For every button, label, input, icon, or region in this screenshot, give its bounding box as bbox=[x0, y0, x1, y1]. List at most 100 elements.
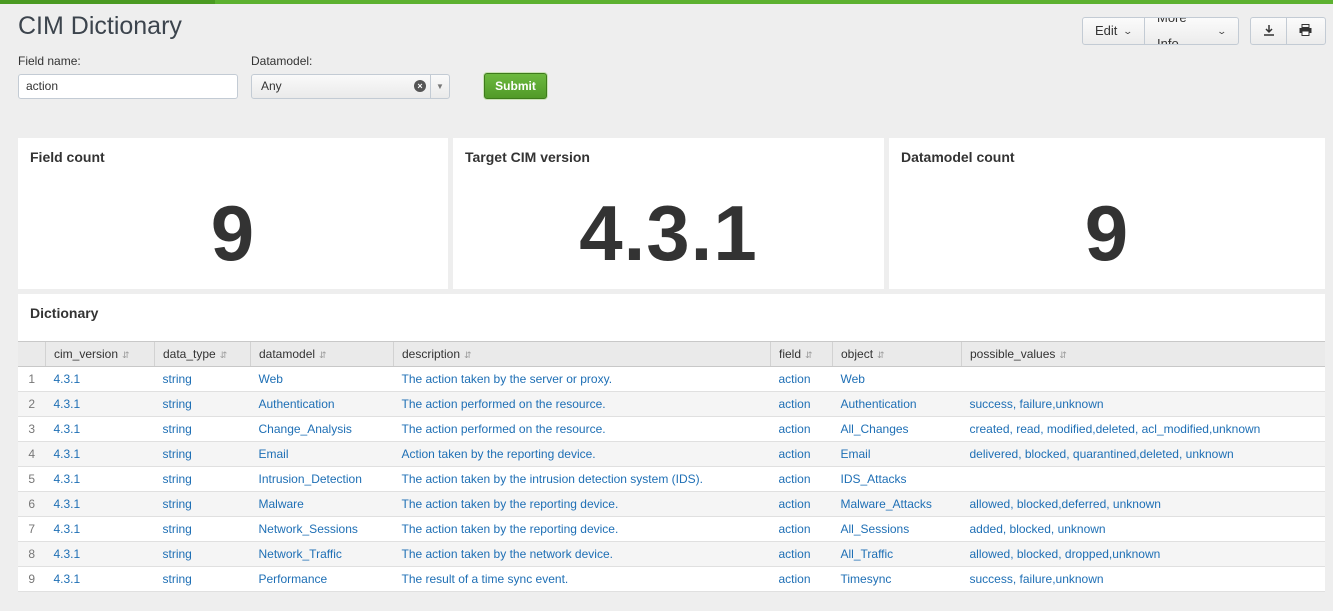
print-button[interactable] bbox=[1287, 18, 1323, 44]
field-name-label: Field name: bbox=[18, 54, 81, 68]
cim-version-cell[interactable]: 4.3.1 bbox=[45, 491, 155, 517]
cim-version-cell[interactable]: 4.3.1 bbox=[45, 566, 155, 592]
row-number-header bbox=[18, 341, 46, 367]
cim-version-cell[interactable]: 4.3.1 bbox=[45, 466, 155, 492]
data-type-cell[interactable]: string bbox=[154, 516, 251, 542]
dictionary-panel: Dictionary cim_version ⇵ data_type ⇵ datam… bbox=[18, 294, 1325, 592]
field-cell[interactable]: action bbox=[770, 491, 833, 517]
data-type-cell[interactable]: string bbox=[154, 391, 251, 417]
object-cell[interactable]: Email bbox=[832, 441, 962, 467]
chevron-down-icon: ⌄ bbox=[1122, 26, 1134, 36]
possible-values-cell[interactable]: added, blocked, unknown bbox=[961, 516, 1325, 542]
column-header-description[interactable]: description ⇵ bbox=[393, 341, 771, 367]
dropdown-arrow-icon[interactable]: ▼ bbox=[430, 75, 449, 98]
data-type-cell[interactable]: string bbox=[154, 441, 251, 467]
object-cell[interactable]: IDS_Attacks bbox=[832, 466, 962, 492]
description-cell[interactable]: The action taken by the intrusion detect… bbox=[393, 466, 771, 492]
datamodel-cell[interactable]: Malware bbox=[250, 491, 394, 517]
edit-moreinfo-group: Edit ⌄ More Info ⌄ bbox=[1082, 17, 1239, 45]
field-cell[interactable]: action bbox=[770, 516, 833, 542]
object-cell[interactable]: Authentication bbox=[832, 391, 962, 417]
cim-version-cell[interactable]: 4.3.1 bbox=[45, 391, 155, 417]
panel-title: Target CIM version bbox=[465, 149, 590, 165]
possible-values-cell[interactable]: success, failure,unknown bbox=[961, 391, 1325, 417]
datamodel-cell[interactable]: Email bbox=[250, 441, 394, 467]
possible-values-cell[interactable]: created, read, modified,deleted, acl_mod… bbox=[961, 416, 1325, 442]
sort-icon: ⇵ bbox=[319, 350, 327, 360]
possible-values-cell[interactable]: delivered, blocked, quarantined,deleted,… bbox=[961, 441, 1325, 467]
field-name-input[interactable]: action bbox=[18, 74, 238, 99]
more-info-button[interactable]: More Info ⌄ bbox=[1145, 18, 1238, 44]
table-row: 1 4.3.1 string Web The action taken by the s… bbox=[18, 366, 1325, 392]
export-group bbox=[1250, 17, 1326, 45]
chevron-down-icon: ⌄ bbox=[1216, 26, 1228, 36]
datamodel-cell[interactable]: Network_Sessions bbox=[250, 516, 394, 542]
column-header-field[interactable]: field ⇵ bbox=[770, 341, 833, 367]
datamodel-label: Datamodel: bbox=[251, 54, 313, 68]
data-type-cell[interactable]: string bbox=[154, 366, 251, 392]
datamodel-cell[interactable]: Network_Traffic bbox=[250, 541, 394, 567]
object-cell[interactable]: All_Sessions bbox=[832, 516, 962, 542]
table-row: 4 4.3.1 string Email Action taken by the rep… bbox=[18, 441, 1325, 467]
datamodel-cell[interactable]: Performance bbox=[250, 566, 394, 592]
field-cell[interactable]: action bbox=[770, 466, 833, 492]
datamodel-select[interactable]: Any × ▼ bbox=[251, 74, 450, 99]
row-number: 9 bbox=[18, 566, 46, 592]
column-header-object[interactable]: object ⇵ bbox=[832, 341, 962, 367]
field-cell[interactable]: action bbox=[770, 441, 833, 467]
object-cell[interactable]: All_Traffic bbox=[832, 541, 962, 567]
cim-version-cell[interactable]: 4.3.1 bbox=[45, 366, 155, 392]
description-cell[interactable]: The action performed on the resource. bbox=[393, 391, 771, 417]
datamodel-cell[interactable]: Intrusion_Detection bbox=[250, 466, 394, 492]
datamodel-cell[interactable]: Authentication bbox=[250, 391, 394, 417]
cim-version-cell[interactable]: 4.3.1 bbox=[45, 416, 155, 442]
object-cell[interactable]: Timesync bbox=[832, 566, 962, 592]
datamodel-cell[interactable]: Web bbox=[250, 366, 394, 392]
data-type-cell[interactable]: string bbox=[154, 466, 251, 492]
datamodel-count-value: 9 bbox=[1084, 189, 1130, 277]
data-type-cell[interactable]: string bbox=[154, 491, 251, 517]
column-header-datamodel[interactable]: datamodel ⇵ bbox=[250, 341, 394, 367]
possible-values-cell[interactable]: allowed, blocked, dropped,unknown bbox=[961, 541, 1325, 567]
column-header-cim-version[interactable]: cim_version ⇵ bbox=[45, 341, 155, 367]
print-icon bbox=[1299, 18, 1312, 44]
possible-values-cell[interactable] bbox=[961, 466, 1325, 492]
sort-icon: ⇵ bbox=[219, 350, 228, 360]
possible-values-cell[interactable]: success, failure,unknown bbox=[961, 566, 1325, 592]
cim-version-cell[interactable]: 4.3.1 bbox=[45, 516, 155, 542]
description-cell[interactable]: The action taken by the network device. bbox=[393, 541, 771, 567]
submit-button[interactable]: Submit bbox=[484, 73, 547, 99]
datamodel-count-panel: Datamodel count 9 bbox=[889, 138, 1325, 289]
field-cell[interactable]: action bbox=[770, 391, 833, 417]
object-cell[interactable]: All_Changes bbox=[832, 416, 962, 442]
column-header-data-type[interactable]: data_type ⇵ bbox=[154, 341, 251, 367]
download-button[interactable] bbox=[1251, 18, 1287, 44]
cim-version-cell[interactable]: 4.3.1 bbox=[45, 541, 155, 567]
object-cell[interactable]: Malware_Attacks bbox=[832, 491, 962, 517]
sort-icon: ⇵ bbox=[805, 350, 813, 360]
table-row: 5 4.3.1 string Intrusion_Detection The actio… bbox=[18, 466, 1325, 492]
object-cell[interactable]: Web bbox=[832, 366, 962, 392]
field-cell[interactable]: action bbox=[770, 366, 833, 392]
field-cell[interactable]: action bbox=[770, 566, 833, 592]
cim-version-cell[interactable]: 4.3.1 bbox=[45, 441, 155, 467]
datamodel-cell[interactable]: Change_Analysis bbox=[250, 416, 394, 442]
description-cell[interactable]: The result of a time sync event. bbox=[393, 566, 771, 592]
data-type-cell[interactable]: string bbox=[154, 416, 251, 442]
field-cell[interactable]: action bbox=[770, 541, 833, 567]
description-cell[interactable]: Action taken by the reporting device. bbox=[393, 441, 771, 467]
description-cell[interactable]: The action taken by the server or proxy. bbox=[393, 366, 771, 392]
possible-values-cell[interactable]: allowed, blocked,deferred, unknown bbox=[961, 491, 1325, 517]
field-cell[interactable]: action bbox=[770, 416, 833, 442]
datamodel-value: Any bbox=[261, 79, 282, 93]
cim-version-panel: Target CIM version 4.3.1 bbox=[453, 138, 884, 289]
column-header-possible-values[interactable]: possible_values ⇵ bbox=[961, 341, 1325, 367]
description-cell[interactable]: The action taken by the reporting device… bbox=[393, 516, 771, 542]
edit-button[interactable]: Edit ⌄ bbox=[1083, 18, 1145, 44]
description-cell[interactable]: The action taken by the reporting device… bbox=[393, 491, 771, 517]
possible-values-cell[interactable] bbox=[961, 366, 1325, 392]
description-cell[interactable]: The action performed on the resource. bbox=[393, 416, 771, 442]
data-type-cell[interactable]: string bbox=[154, 566, 251, 592]
data-type-cell[interactable]: string bbox=[154, 541, 251, 567]
clear-icon[interactable]: × bbox=[414, 80, 426, 92]
